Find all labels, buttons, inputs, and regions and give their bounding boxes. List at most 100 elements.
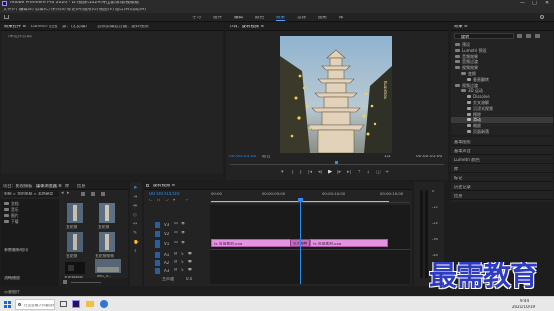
snap-icon[interactable]: ∩: [157, 199, 160, 204]
tab-program[interactable]: 节目：旋转视频 ≡: [229, 25, 264, 29]
directory-item[interactable]: 下载: [1, 219, 59, 225]
workspace-color[interactable]: 颜色: [255, 16, 264, 21]
toggle-sync-lock-icon[interactable]: ⊟: [174, 231, 178, 236]
filter-icon[interactable]: [81, 192, 85, 196]
tab-source[interactable]: 源：(无剪辑): [62, 25, 87, 29]
path-bar[interactable]: 电脑 > 我的电脑 > 本地磁盘: [3, 191, 59, 197]
minimize-button[interactable]: —: [520, 1, 525, 6]
master-volume[interactable]: 0.0: [186, 277, 192, 281]
linked-selection-icon[interactable]: ⊃: [165, 199, 169, 204]
tab-audio-clip-mixer[interactable]: 音频剪辑混合器：旋转视频: [97, 25, 149, 29]
windows-start-icon[interactable]: [4, 301, 11, 308]
effects-search-input[interactable]: 旋转: [454, 33, 514, 39]
folder-add-icon[interactable]: [101, 192, 105, 196]
forward-icon[interactable]: ▸: [67, 191, 70, 196]
directory-label[interactable]: 参数最新电讯: [4, 248, 28, 252]
menu-window[interactable]: 窗口(W): [115, 8, 131, 12]
tab-project[interactable]: 项目：影视模板: [3, 184, 32, 188]
extract-icon[interactable]: ⇣: [366, 170, 370, 175]
workspace-learn[interactable]: 学习: [192, 16, 201, 21]
panel-essential-sound[interactable]: 基本声音: [451, 147, 553, 155]
play-icon[interactable]: ▶: [328, 170, 332, 176]
hand-tool-icon[interactable]: ✋: [133, 240, 139, 245]
go-to-out-icon[interactable]: ▸|: [347, 170, 351, 175]
panel-info[interactable]: 信息: [451, 192, 553, 200]
media-item[interactable]: [67, 203, 83, 223]
close-tab-icon[interactable]: [146, 184, 149, 187]
premiere-taskbar-icon[interactable]: [72, 300, 80, 308]
browser-taskbar-icon[interactable]: [100, 300, 108, 308]
search-icon[interactable]: [540, 15, 544, 19]
directory-label[interactable]: 示意图片: [4, 290, 20, 294]
add-button-icon[interactable]: +: [385, 170, 389, 175]
pen-tool-icon[interactable]: ✎: [133, 231, 137, 236]
menu-file[interactable]: 文件(F): [3, 8, 17, 12]
mark-in-point-icon[interactable]: {: [291, 170, 294, 175]
tab-sequence[interactable]: 旋转视频 ≡: [153, 184, 175, 188]
tab-lumetri-scopes[interactable]: Lumetri 范围: [31, 25, 57, 29]
workspace-libraries[interactable]: 库: [339, 16, 344, 21]
menu-sequence[interactable]: 序列(S): [51, 8, 66, 12]
panel-markers[interactable]: 标记: [451, 174, 553, 182]
voiceover-icon[interactable]: ●: [188, 252, 192, 257]
media-item[interactable]: [99, 203, 115, 223]
toggle-sync-lock-icon[interactable]: ⊟: [174, 241, 178, 246]
quality-dropdown[interactable]: 1/2: [384, 155, 391, 159]
workspace-audio[interactable]: 音频: [297, 16, 306, 21]
menu-graphics[interactable]: 图形(G): [83, 8, 98, 12]
tree-item[interactable]: 页面剥落: [451, 129, 553, 135]
ripple-edit-icon[interactable]: ⇹: [133, 204, 137, 209]
toggle-visibility-icon[interactable]: ◉: [181, 231, 185, 236]
export-frame-icon[interactable]: ◫: [376, 170, 381, 175]
toggle-sync-lock-icon[interactable]: ⊟: [174, 222, 178, 227]
step-forward-icon[interactable]: |▸: [337, 170, 341, 175]
voiceover-icon[interactable]: ●: [188, 268, 192, 273]
yuv-effects-icon[interactable]: [535, 34, 540, 38]
mute-track-icon[interactable]: M: [174, 252, 177, 256]
tab-effect-controls[interactable]: 效果控件 ≡: [4, 25, 26, 29]
explorer-taskbar-icon[interactable]: [86, 301, 94, 307]
step-back-icon[interactable]: ◂|: [318, 170, 322, 175]
playhead-head[interactable]: [298, 198, 303, 202]
menu-edit[interactable]: 编辑(E): [19, 8, 34, 12]
timeline-settings-icon[interactable]: ✧: [185, 199, 189, 204]
program-scrubber[interactable]: [230, 161, 444, 165]
workspace-editing[interactable]: 编辑: [234, 16, 243, 21]
tab-libraries[interactable]: 库: [65, 184, 69, 188]
razor-tool-icon[interactable]: ◇: [133, 213, 137, 218]
track-select-icon[interactable]: ⇥: [133, 195, 137, 200]
back-icon[interactable]: ◂: [61, 191, 64, 196]
fit-dropdown[interactable]: 适合: [262, 155, 271, 159]
32bit-effects-icon[interactable]: [526, 34, 531, 38]
timeline-timecode[interactable]: 00:00:03:00: [149, 192, 180, 197]
type-tool-icon[interactable]: T: [134, 249, 137, 255]
video-clip[interactable]: fx 竖屏素材.png: [211, 239, 299, 247]
selection-tool-icon[interactable]: ➤: [133, 186, 138, 192]
panel-lumetri-color[interactable]: Lumetri 颜色: [451, 156, 553, 164]
maximize-button[interactable]: □: [532, 1, 537, 6]
timeline-playhead[interactable]: [300, 199, 301, 284]
menu-help[interactable]: 帮助(H): [131, 8, 146, 12]
mark-out-point-icon[interactable]: }: [299, 170, 302, 175]
tab-media-browser[interactable]: 媒体浏览器 ≡: [36, 184, 62, 188]
voiceover-icon[interactable]: ●: [188, 260, 192, 265]
media-item[interactable]: [99, 232, 115, 252]
media-item[interactable]: [67, 232, 83, 252]
lift-icon[interactable]: ⇡: [357, 170, 361, 175]
workspace-effects[interactable]: 效果: [276, 16, 285, 21]
workspace-assembly[interactable]: 组件: [213, 16, 222, 21]
clock-date[interactable]: 2021/10/19: [512, 305, 535, 309]
solo-track-icon[interactable]: S: [181, 260, 184, 264]
program-timecode[interactable]: 00:00:03:00: [229, 155, 256, 160]
directory-label[interactable]: 流畅播放: [4, 276, 20, 280]
slip-tool-icon[interactable]: ↔: [133, 222, 137, 227]
taskbar-search[interactable]: 在这里输入你要搜索的内容: [15, 299, 55, 310]
panel-libraries[interactable]: 库: [451, 165, 553, 173]
workspace-graphics[interactable]: 图形: [318, 16, 327, 21]
panel-essential-graphics[interactable]: 基本图形: [451, 138, 553, 146]
zoom-slider[interactable]: [71, 281, 101, 283]
media-item[interactable]: [65, 262, 85, 274]
menu-clip[interactable]: 剪辑(C): [35, 8, 50, 12]
tab-info[interactable]: 信息: [77, 184, 85, 188]
clock-time[interactable]: 9:44: [520, 299, 529, 303]
